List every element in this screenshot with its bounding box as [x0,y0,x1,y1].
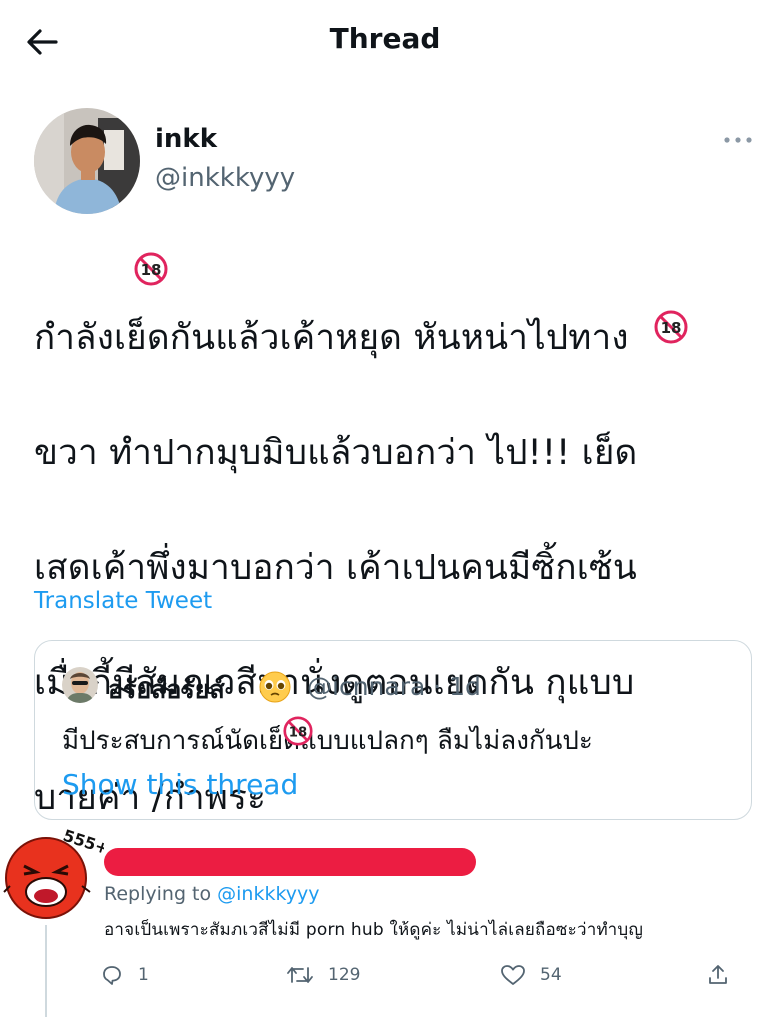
reply-icon [103,966,121,985]
laughing-sticker: 555+ [3,826,104,919]
author-name[interactable]: inkk [155,124,217,154]
quote-text: มีประสบการณ์นัดเย็ดแบบแปลกๆ ลืมไม่ลงกันป… [62,726,593,756]
more-button[interactable] [722,128,754,152]
tweet-line: กำลังเย็ดกันแล้วเค้าหยุด หันหน่าไปทาง [34,317,629,358]
censor-18-icon: 18 [134,252,168,286]
replying-to-label: Replying to @inkkkyyy [104,883,320,905]
quote-author-name[interactable]: อรัยส์อรัยส์ [108,670,225,710]
censor-18-icon: 18 [654,310,688,344]
share-icon [709,965,727,984]
thread-connector-line [45,925,47,1017]
svg-text:18: 18 [141,261,162,279]
more-icon [724,137,752,143]
avatar-photo [34,108,140,214]
redacted-username-bar [104,848,476,876]
retweet-icon [287,967,313,983]
quote-avatar-photo [62,667,98,703]
tweet-line: ขวา ทำปากมุบมิบแล้วบอกว่า ไป!!! เย็ด [34,432,638,473]
svg-text:18: 18 [289,725,307,740]
retweet-count: 129 [328,965,361,985]
replying-handle-link[interactable]: @inkkkyyy [217,883,319,905]
quote-handle-time: @icnnara · 1d [307,672,481,701]
quote-avatar[interactable] [62,667,98,703]
pleading-emoji-icon [259,671,291,703]
reply-text: อาจเป็นเพราะสัมภเวสีไม่มี porn hub ให้ดู… [104,920,644,940]
show-thread-link[interactable]: Show this thread [62,768,298,801]
retweet-button[interactable]: 129 [286,960,360,990]
page-title: Thread [329,22,441,55]
avatar[interactable] [34,108,140,214]
share-button[interactable] [706,960,730,990]
translate-tweet-link[interactable]: Translate Tweet [34,588,212,614]
censor-18-icon: 18 [283,716,313,746]
reply-count: 1 [138,965,149,985]
reply-button[interactable]: 1 [100,960,149,990]
author-handle[interactable]: @inkkkyyy [155,163,295,193]
replying-prefix: Replying to [104,883,218,905]
like-icon [501,965,525,985]
like-button[interactable]: 54 [500,960,562,990]
svg-text:18: 18 [661,319,682,337]
like-count: 54 [540,965,562,985]
